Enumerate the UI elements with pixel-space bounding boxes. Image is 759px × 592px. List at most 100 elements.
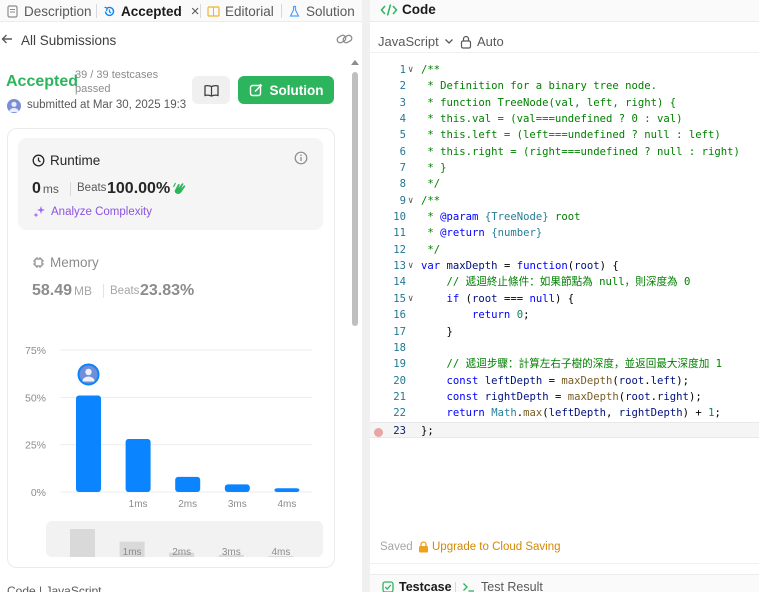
language-select[interactable]: JavaScript	[378, 34, 454, 49]
line-number: 6	[399, 145, 406, 158]
code-line[interactable]: 22 return Math.max(leftDepth, rightDepth…	[370, 405, 759, 421]
code-line[interactable]: 2 * Definition for a binary tree node.	[370, 78, 759, 94]
mini-tick-label: 4ms	[271, 547, 290, 557]
tab-testcase[interactable]: Testcase	[382, 580, 452, 592]
lock-icon	[419, 541, 428, 553]
runtime-distribution-chart[interactable]: 0% 25% 50% 75% 1ms 2ms 3ms 4ms	[0, 330, 340, 520]
all-submissions-link[interactable]: All Submissions	[21, 33, 116, 48]
auto-mode-toggle[interactable]: Auto	[460, 34, 504, 49]
code-line[interactable]: 21 const rightDepth = maxDepth(root.righ…	[370, 389, 759, 405]
code-line[interactable]: 4 * this.val = (val===undefined ? 0 : va…	[370, 111, 759, 127]
x-tick-label: 4ms	[277, 499, 296, 510]
tab-editorial[interactable]: Editorial	[207, 2, 274, 20]
code-line[interactable]: 3 * function TreeNode(val, left, right) …	[370, 95, 759, 111]
clock-icon	[32, 154, 45, 167]
code-line[interactable]: 15 ∨ if (root === null) {	[370, 291, 759, 307]
tab-solution[interactable]: Solution	[288, 2, 355, 20]
line-number: 5	[399, 129, 406, 142]
code-line[interactable]: 1 ∨ /**	[370, 62, 759, 78]
breakpoint-icon[interactable]	[374, 427, 383, 437]
x-tick-label: 1ms	[129, 499, 148, 510]
y-tick-label: 50%	[25, 392, 46, 404]
tab-description-label: Description	[24, 3, 92, 19]
line-number: 20	[393, 374, 406, 387]
code-line[interactable]: 9 ∨ /**	[370, 193, 759, 209]
left-panel: Description Accepted × Editorial Solutio…	[0, 0, 362, 592]
mini-tick-label: 3ms	[222, 547, 241, 557]
upgrade-cloud-saving-link[interactable]: Upgrade to Cloud Saving	[418, 541, 561, 553]
code-text: /**	[421, 194, 441, 207]
code-line[interactable]: 12 */	[370, 242, 759, 258]
line-number: 4	[399, 113, 406, 126]
tab-description[interactable]: Description	[6, 2, 92, 20]
code-line[interactable]: 20 const leftDepth = maxDepth(root.left)…	[370, 373, 759, 389]
chart-range-slider[interactable]: 1ms 2ms 3ms 4ms	[46, 521, 323, 558]
code-line[interactable]: 13 ∨ var maxDepth = function(root) {	[370, 258, 759, 274]
fold-chevron-icon[interactable]: ∨	[408, 258, 413, 274]
info-icon[interactable]	[294, 151, 308, 170]
code-text: * @return {number}	[421, 227, 543, 240]
scroll-up-arrow-icon[interactable]	[351, 60, 359, 65]
fold-chevron-icon[interactable]: ∨	[408, 193, 413, 209]
mini-bar	[70, 529, 95, 557]
tab-solution-label: Solution	[306, 3, 355, 19]
mini-tick-label: 1ms	[123, 547, 142, 557]
code-text: // 遞迴步驟：計算左右子樹的深度，並返回最大深度加 1	[421, 358, 723, 371]
code-line[interactable]: 19 // 遞迴步驟：計算左右子樹的深度，並返回最大深度加 1	[370, 356, 759, 372]
submission-status: Accepted	[6, 73, 79, 90]
chart-bar	[274, 488, 300, 492]
tab-accepted-label: Accepted	[121, 3, 182, 19]
memory-value-number: 58.49	[32, 282, 73, 299]
editor-toolbar: JavaScript Auto	[370, 29, 759, 53]
code-text: return 0;	[472, 309, 530, 322]
code-line[interactable]: 11 * @return {number}	[370, 225, 759, 241]
code-text: */	[421, 243, 441, 256]
close-icon[interactable]: ×	[191, 3, 200, 20]
y-tick-label: 25%	[25, 440, 46, 452]
runtime-title-label: Runtime	[50, 153, 101, 168]
code-line[interactable]: 6 * this.right = (right===undefined ? nu…	[370, 144, 759, 160]
solution-button[interactable]: Solution	[238, 76, 334, 104]
notebook-button[interactable]	[192, 76, 230, 104]
tab-test-result[interactable]: Test Result	[462, 580, 543, 592]
code-text: * this.val = (val===undefined ? 0 : val)	[421, 113, 683, 126]
line-number: 8	[399, 178, 406, 191]
analyze-complexity-link[interactable]: Analyze Complexity	[33, 205, 152, 218]
submitted-time: submitted at Mar 30, 2025 19:3	[27, 99, 187, 111]
code-editor[interactable]: 1 ∨/** 2 * Definition for a binary tree no…	[370, 62, 759, 438]
code-text: const leftDepth = maxDepth(root.left);	[446, 374, 689, 387]
left-scrollbar-thumb[interactable]	[352, 72, 358, 326]
chip-icon	[33, 257, 44, 268]
code-line[interactable]: 8 */	[370, 176, 759, 192]
back-arrow-icon[interactable]	[0, 32, 14, 49]
chart-bar	[125, 438, 151, 492]
line-number: 3	[399, 96, 406, 109]
avatar[interactable]	[7, 99, 21, 113]
code-text: /**	[421, 64, 441, 76]
code-line[interactable]: 10 * @param {TreeNode} root	[370, 209, 759, 225]
code-line[interactable]: 7 * }	[370, 160, 759, 176]
code-header: Code	[370, 0, 759, 22]
fold-chevron-icon[interactable]: ∨	[408, 62, 413, 78]
code-text: // 遞迴終止條件：如果節點為 null，則深度為 0	[421, 276, 691, 289]
chart-bar	[76, 395, 101, 492]
line-number: 10	[393, 211, 406, 224]
code-text: return Math.max(leftDepth, rightDepth) +…	[446, 407, 721, 420]
line-number: 11	[393, 227, 406, 240]
panel-divider[interactable]	[362, 0, 370, 592]
memory-title[interactable]: Memory	[32, 255, 99, 270]
clap-icon	[172, 181, 187, 201]
line-number: 19	[393, 358, 406, 371]
share-link-icon[interactable]	[336, 32, 353, 49]
code-line[interactable]: 14 // 遞迴終止條件：如果節點為 null，則深度為 0	[370, 274, 759, 290]
fold-chevron-icon[interactable]: ∨	[408, 291, 413, 307]
code-line[interactable]: 5 * this.left = (left===undefined ? null…	[370, 127, 759, 143]
code-line[interactable]: 18	[370, 340, 759, 356]
code-line[interactable]: 17 }	[370, 324, 759, 340]
chart-bar	[224, 484, 250, 492]
code-line[interactable]: 16 return 0;	[370, 307, 759, 323]
code-line[interactable]: 23};	[370, 421, 759, 438]
tab-accepted[interactable]: Accepted ×	[103, 2, 200, 20]
testcases-passed: 39 / 39 testcases passed	[75, 69, 159, 95]
tab-test-result-label: Test Result	[481, 580, 543, 592]
